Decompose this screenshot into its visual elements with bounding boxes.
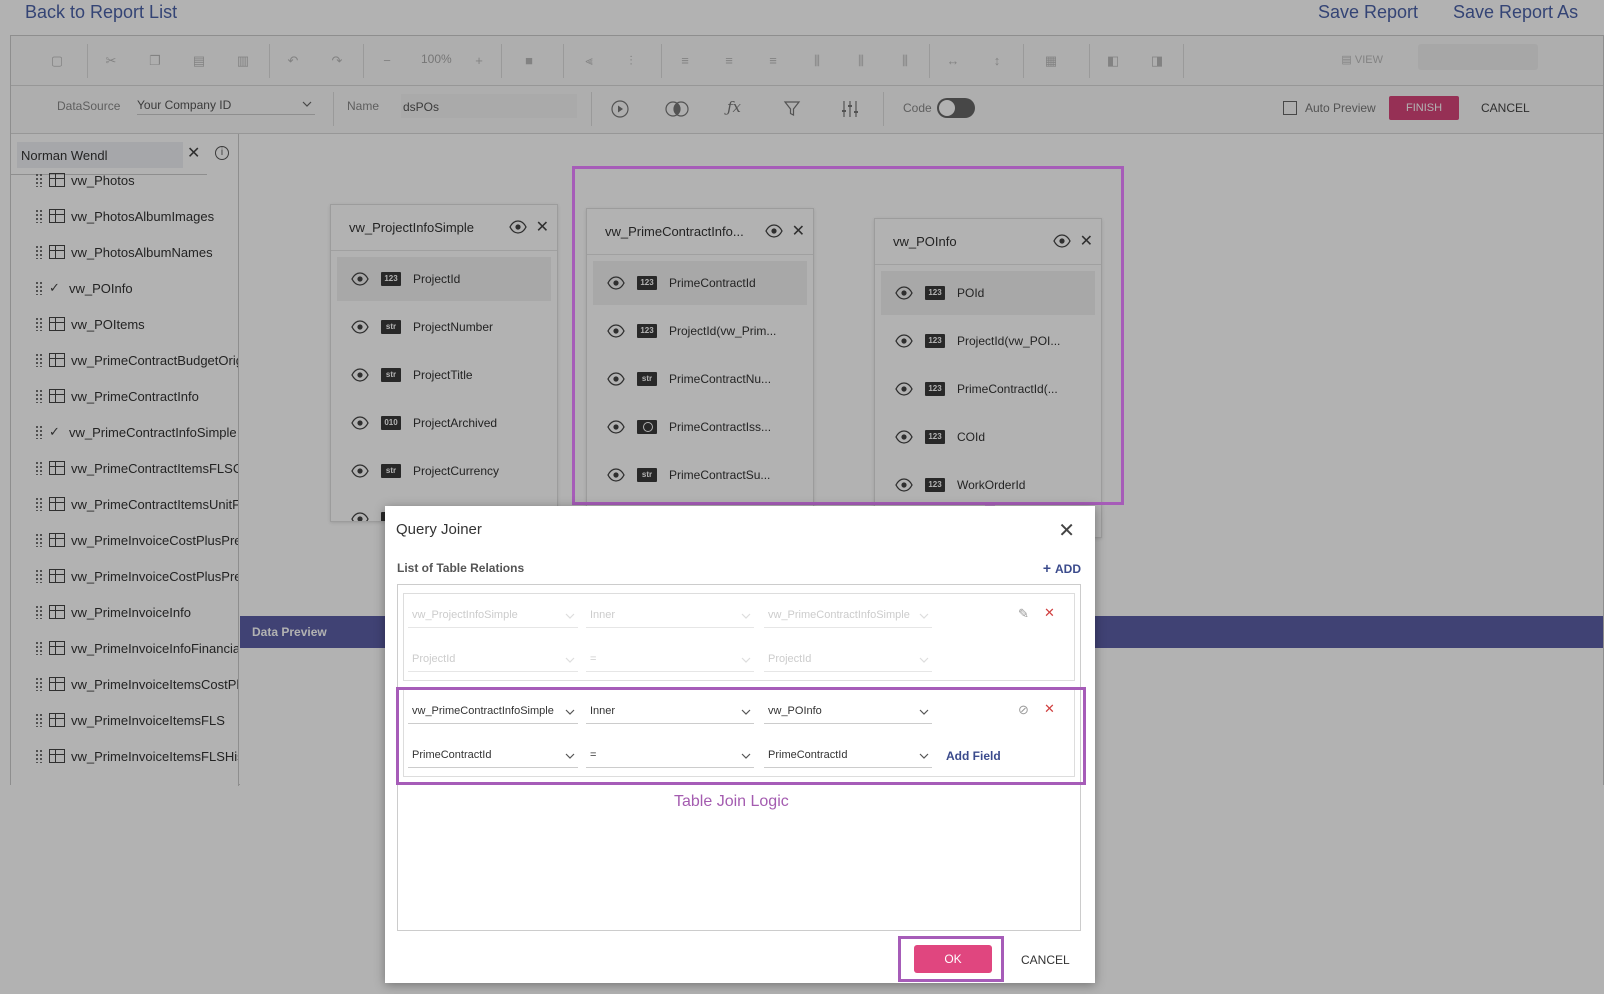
relations-heading: List of Table Relations	[397, 561, 525, 575]
right-table-select[interactable]: vw_PrimeContractInfoSimple	[764, 604, 932, 628]
close-icon[interactable]: ✕	[1058, 518, 1075, 543]
left-table-select[interactable]: vw_ProjectInfoSimple	[408, 604, 578, 628]
dialog-title: Query Joiner	[396, 521, 482, 538]
chevron-down-icon	[741, 657, 751, 663]
highlight-joined-tables	[572, 166, 1124, 505]
delete-relation-icon[interactable]: ✕	[1044, 605, 1055, 621]
join-type-select[interactable]: Inner	[586, 604, 754, 628]
operator-select[interactable]: =	[586, 648, 754, 672]
plus-icon: +	[1042, 560, 1055, 576]
chevron-down-icon	[565, 613, 575, 619]
left-field-select[interactable]: ProjectId	[408, 648, 578, 672]
chevron-down-icon	[919, 657, 929, 663]
right-field-select[interactable]: ProjectId	[764, 648, 932, 672]
add-relation-button[interactable]: + ADD	[1043, 560, 1081, 576]
relation-row: vw_ProjectInfoSimple Inner vw_PrimeContr…	[403, 593, 1075, 681]
highlight-join-relation	[396, 687, 1086, 785]
dialog-cancel-button[interactable]: CANCEL	[1021, 953, 1070, 967]
table-join-logic-annotation: Table Join Logic	[674, 793, 789, 810]
ok-button[interactable]: OK	[914, 945, 992, 973]
chevron-down-icon	[565, 657, 575, 663]
edit-icon[interactable]: ✎	[1018, 606, 1029, 622]
chevron-down-icon	[741, 613, 751, 619]
chevron-down-icon	[919, 613, 929, 619]
